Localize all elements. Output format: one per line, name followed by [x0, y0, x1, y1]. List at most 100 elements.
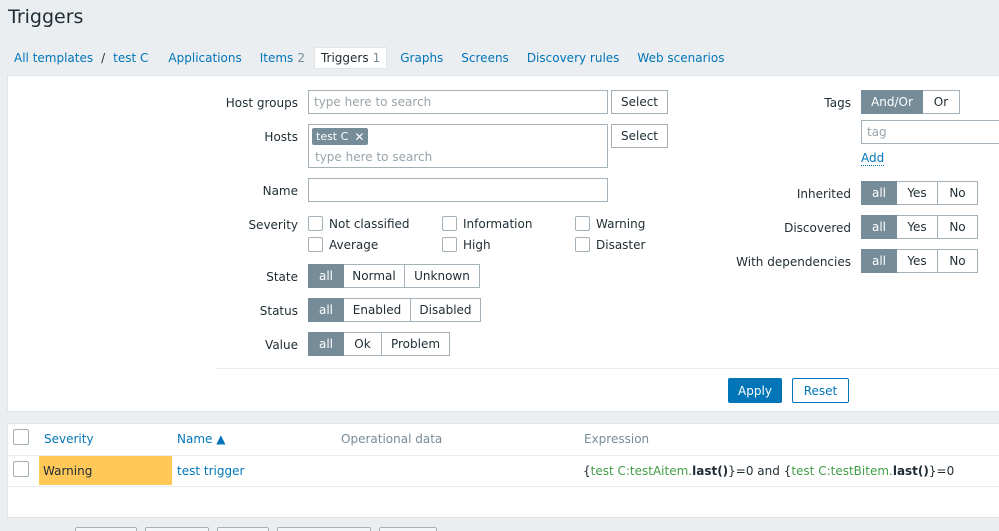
tab-graphs[interactable]: Graphs — [391, 47, 452, 69]
with-dependencies-all[interactable]: all — [861, 249, 897, 273]
expr-text: }=0 — [928, 464, 955, 478]
severity-warning-checkbox[interactable]: Warning — [575, 216, 645, 231]
with-dependencies-yes[interactable]: Yes — [897, 249, 938, 273]
state-all[interactable]: all — [308, 264, 344, 288]
expr-text: { — [583, 464, 591, 478]
discovered-label: Discovered — [784, 221, 851, 235]
column-operational-data: Operational data — [341, 432, 443, 446]
with-dependencies-no[interactable]: No — [938, 249, 978, 273]
value-all[interactable]: all — [308, 332, 344, 356]
mass-action-button[interactable] — [75, 527, 137, 531]
template-nav: All templates / test C Applications Item… — [7, 46, 733, 70]
tab-label: Discovery rules — [526, 51, 620, 65]
add-tag-link[interactable]: Add — [861, 151, 885, 166]
column-severity[interactable]: Severity — [44, 432, 94, 446]
expr-item-link[interactable]: test C:testAitem. — [591, 464, 692, 478]
tab-web-scenarios[interactable]: Web scenarios — [628, 47, 733, 69]
checkbox-box — [442, 237, 457, 252]
checkbox-label: Not classified — [329, 216, 410, 231]
host-chip-label: test C — [316, 130, 349, 143]
host-groups-select-button[interactable]: Select — [611, 90, 668, 114]
inherited-yes[interactable]: Yes — [897, 181, 938, 205]
tab-discovery-rules[interactable]: Discovery rules — [518, 47, 629, 69]
checkbox-box — [575, 237, 590, 252]
with-dependencies-toggle: all Yes No — [861, 249, 978, 273]
triggers-table: Severity Name ▲ Operational data Express… — [7, 423, 999, 518]
severity-high-checkbox[interactable]: High — [442, 237, 491, 252]
discovered-yes[interactable]: Yes — [897, 215, 938, 239]
mass-action-button[interactable] — [379, 527, 437, 531]
discovered-toggle: all Yes No — [861, 215, 978, 239]
breadcrumb-all-templates[interactable]: All templates — [7, 51, 100, 65]
filter-divider — [216, 368, 999, 369]
select-all-checkbox[interactable] — [13, 429, 29, 445]
checkbox-label: Average — [329, 237, 379, 252]
hosts-input[interactable]: test C ✕ type here to search — [308, 124, 608, 168]
severity-information-checkbox[interactable]: Information — [442, 216, 532, 231]
name-input[interactable] — [308, 178, 608, 202]
state-unknown[interactable]: Unknown — [405, 264, 480, 288]
mass-action-button[interactable] — [217, 527, 269, 531]
mass-action-button[interactable] — [145, 527, 209, 531]
mass-action-button[interactable] — [277, 527, 371, 531]
host-groups-label: Host groups — [225, 96, 298, 110]
tab-label: Triggers — [320, 51, 369, 65]
tab-screens[interactable]: Screens — [452, 47, 518, 69]
tab-triggers[interactable]: Triggers 1 — [313, 47, 388, 69]
checkbox-box — [442, 216, 457, 231]
state-label: State — [266, 270, 298, 284]
tags-evaltype-toggle: And/Or Or — [861, 90, 960, 114]
value-ok[interactable]: Ok — [344, 332, 382, 356]
checkbox-label: Warning — [596, 216, 646, 231]
expr-item-link[interactable]: test C:testBitem. — [791, 464, 892, 478]
tab-label: Items — [259, 51, 294, 65]
apply-button[interactable]: Apply — [728, 378, 782, 403]
reset-button[interactable]: Reset — [792, 378, 849, 403]
tag-input[interactable]: tag — [861, 120, 999, 144]
severity-average-checkbox[interactable]: Average — [308, 237, 378, 252]
inherited-no[interactable]: No — [938, 181, 978, 205]
state-normal[interactable]: Normal — [344, 264, 405, 288]
expr-function: last() — [892, 464, 929, 478]
discovered-no[interactable]: No — [938, 215, 978, 239]
tab-applications[interactable]: Applications — [159, 47, 250, 69]
status-disabled[interactable]: Disabled — [411, 298, 481, 322]
with-dependencies-label: With dependencies — [736, 255, 851, 269]
tags-and-or[interactable]: And/Or — [861, 90, 923, 114]
remove-chip-icon[interactable]: ✕ — [354, 130, 364, 144]
mass-action-buttons — [75, 527, 437, 531]
tab-label: Applications — [168, 51, 242, 65]
status-enabled[interactable]: Enabled — [344, 298, 411, 322]
checkbox-box — [308, 237, 323, 252]
row-checkbox[interactable] — [13, 461, 29, 477]
severity-disaster-checkbox[interactable]: Disaster — [575, 237, 645, 252]
host-groups-input[interactable]: type here to search — [308, 90, 608, 114]
tab-items[interactable]: Items 2 — [251, 47, 314, 69]
severity-value: Warning — [43, 463, 93, 478]
status-label: Status — [259, 304, 298, 318]
hosts-select-button[interactable]: Select — [611, 124, 668, 148]
tab-count: 1 — [372, 51, 381, 65]
trigger-name-link[interactable]: test trigger — [177, 464, 244, 478]
column-name[interactable]: Name ▲ — [177, 432, 225, 446]
inherited-all[interactable]: all — [861, 181, 897, 205]
value-toggle: all Ok Problem — [308, 332, 450, 356]
checkbox-label: High — [463, 237, 491, 252]
tags-or[interactable]: Or — [923, 90, 960, 114]
checkbox-box — [308, 216, 323, 231]
hosts-label: Hosts — [264, 130, 298, 144]
filter-panel: Host groups type here to search Select H… — [7, 75, 999, 412]
value-problem[interactable]: Problem — [382, 332, 450, 356]
tab-count: 2 — [297, 51, 305, 65]
status-all[interactable]: all — [308, 298, 344, 322]
discovered-all[interactable]: all — [861, 215, 897, 239]
severity-not-classified-checkbox[interactable]: Not classified — [308, 216, 410, 231]
checkbox-label: Information — [463, 216, 533, 231]
inherited-toggle: all Yes No — [861, 181, 978, 205]
column-expression: Expression — [584, 432, 650, 446]
inherited-label: Inherited — [796, 187, 851, 201]
breadcrumb-template[interactable]: test C — [106, 51, 155, 65]
expr-text: }=0 and — [728, 464, 784, 478]
expr-function: last() — [692, 464, 729, 478]
host-chip: test C ✕ — [312, 128, 369, 145]
